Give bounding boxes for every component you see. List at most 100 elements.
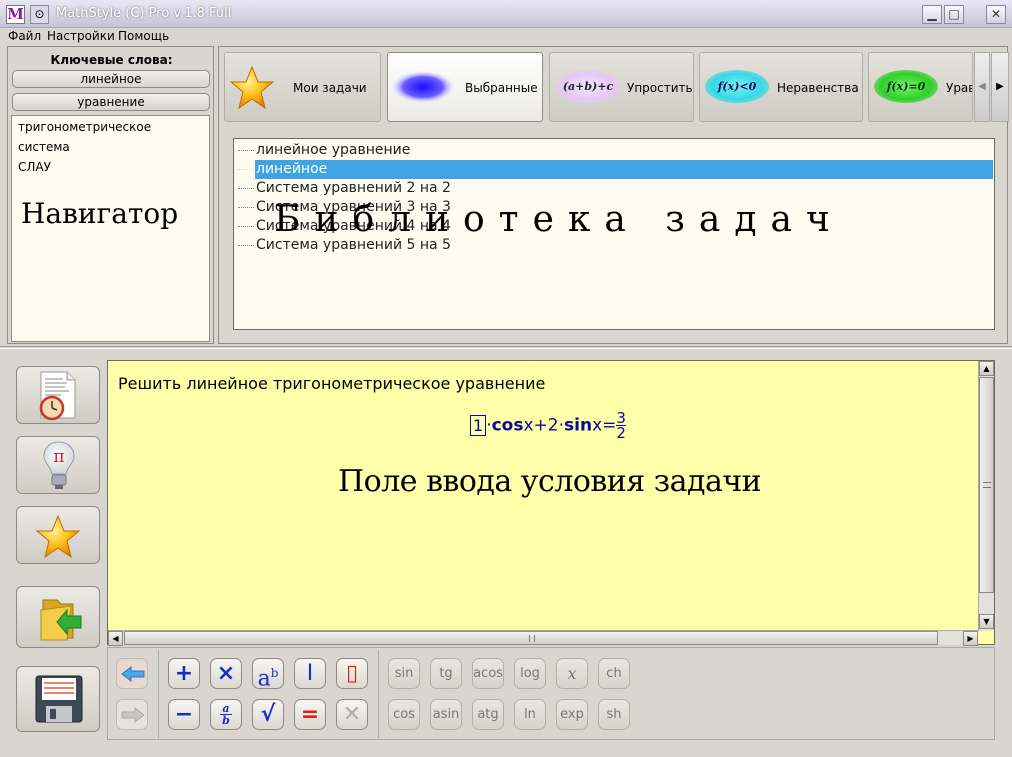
minimize-button[interactable]: ▁ <box>922 5 942 24</box>
ln-button[interactable]: ln <box>514 699 546 730</box>
math-toolbar: + × ab I ▯ − ab √ = ✕ sin tg acos log x … <box>107 647 995 740</box>
window-menu-icon[interactable]: ⊙ <box>30 5 49 24</box>
power-button[interactable]: ab <box>252 658 284 692</box>
editor-vertical-scrollbar[interactable]: ▲ ▼ <box>978 361 994 631</box>
app-logo-icon[interactable]: M <box>6 5 25 24</box>
formula-cursor-box[interactable]: 1 <box>470 414 487 436</box>
tg-button[interactable]: tg <box>430 658 462 689</box>
tree-item-label: Система уравнений 2 на 2 <box>256 180 451 196</box>
scroll-up-arrow[interactable]: ▲ <box>979 361 994 376</box>
horizontal-scroll-thumb[interactable] <box>124 631 938 645</box>
tab-simplify[interactable]: (a+b)+c Упростить <box>549 52 694 122</box>
sh-button[interactable]: sh <box>598 699 630 730</box>
asin-button[interactable]: asin <box>430 699 462 730</box>
tree-selection-highlight <box>255 160 993 179</box>
arrow-left-icon <box>121 665 145 683</box>
oval-text: f(x)=0 <box>886 80 926 93</box>
delete-button[interactable]: ✕ <box>336 699 368 730</box>
tab-label: Урав <box>946 81 973 95</box>
keyword-item[interactable]: система <box>18 140 70 154</box>
star-icon <box>229 65 275 110</box>
navigator-panel: Ключевые слова: линейное уравнение триго… <box>7 46 214 344</box>
keyword-item[interactable]: СЛАУ <box>18 160 51 174</box>
favorite-button[interactable] <box>16 506 100 564</box>
blue-oval-icon <box>390 70 456 104</box>
fraction-denominator: 2 <box>616 424 626 442</box>
multiply-button[interactable]: × <box>210 658 242 689</box>
star-icon <box>35 514 81 559</box>
oval-text: (a+b)+c <box>562 80 614 93</box>
cursor-button[interactable]: I <box>294 658 326 689</box>
title-bar[interactable]: M ⊙ MathStyle (C) Pro v.1.8 Full ▁ □ ✕ <box>0 0 1012 28</box>
keyword-chip-equation[interactable]: уравнение <box>12 93 210 111</box>
log-button[interactable]: log <box>514 658 546 689</box>
arrow-right-icon <box>121 706 145 724</box>
vertical-scroll-thumb[interactable] <box>979 377 994 593</box>
folder-open-icon <box>40 599 82 641</box>
power-base: a <box>257 666 271 692</box>
menu-help[interactable]: Помощь <box>118 29 169 43</box>
oval-text: f(x)<0 <box>717 80 757 93</box>
tab-equations[interactable]: f(x)=0 Урав <box>868 52 973 122</box>
scroll-right-arrow[interactable]: ▶ <box>963 631 978 646</box>
menu-file[interactable]: Файл <box>8 29 41 43</box>
sqrt-button[interactable]: √ <box>252 699 284 730</box>
placeholder-box-button[interactable]: ▯ <box>336 658 368 689</box>
keyword-item[interactable]: тригонометрическое <box>18 120 151 134</box>
tab-favorites[interactable]: Выбранные <box>387 52 543 122</box>
navigator-caption: Навигатор <box>21 197 179 230</box>
formula-plus-coef: +2· <box>533 415 564 436</box>
plus-button[interactable]: + <box>168 658 200 689</box>
minus-button[interactable]: − <box>168 699 200 730</box>
tree-item[interactable]: Система уравнений 2 на 2 <box>238 179 451 198</box>
task-statement: Решить линейное тригонометрическое уравн… <box>118 374 546 393</box>
atg-button[interactable]: atg <box>472 699 504 730</box>
tab-inequalities[interactable]: f(x)<0 Неравенства <box>699 52 863 122</box>
formula-equals: = <box>602 415 617 436</box>
tree-item-label: линейное уравнение <box>256 142 411 158</box>
maximize-button[interactable]: □ <box>944 5 964 24</box>
history-button[interactable] <box>16 366 100 424</box>
close-button[interactable]: ✕ <box>986 5 1006 24</box>
lightbulb-pi-icon: π <box>43 441 75 489</box>
hint-button[interactable]: π <box>16 436 100 494</box>
cos-button[interactable]: cos <box>388 699 420 730</box>
variable-x-button[interactable]: x <box>556 658 588 689</box>
open-button[interactable] <box>16 586 100 648</box>
tabs-scroll-left-button[interactable]: ◀ <box>974 52 990 122</box>
redo-button[interactable] <box>116 699 148 730</box>
keyword-list[interactable]: тригонометрическое система СЛАУ Навигато… <box>11 115 210 342</box>
ch-button[interactable]: ch <box>598 658 630 689</box>
editor-horizontal-scrollbar[interactable]: ◀ ▶ <box>108 630 978 646</box>
undo-button[interactable] <box>116 658 148 689</box>
formula[interactable]: 1 ·cosx+2·sinx= 3 2 <box>470 411 626 442</box>
inequality-oval-icon: f(x)<0 <box>705 70 769 103</box>
toolbar-separator <box>378 650 379 738</box>
exp-button[interactable]: exp <box>556 699 588 730</box>
tab-my-tasks[interactable]: Мои задачи <box>224 52 381 122</box>
tree-item[interactable]: линейное уравнение <box>238 141 410 160</box>
save-button[interactable] <box>16 666 100 732</box>
scroll-left-arrow[interactable]: ◀ <box>108 631 123 646</box>
menu-settings[interactable]: Настройки <box>47 29 115 43</box>
svg-text:π: π <box>53 447 64 467</box>
tabs-scroll-right-button[interactable]: ▶ <box>991 52 1009 122</box>
fraction-button[interactable]: ab <box>210 699 242 730</box>
keyword-chip-linear[interactable]: линейное <box>12 70 210 88</box>
acos-button[interactable]: acos <box>472 658 504 689</box>
task-library-tree[interactable]: линейное уравнение линейное Система урав… <box>233 138 995 330</box>
splitter[interactable] <box>0 346 1012 349</box>
scroll-down-arrow[interactable]: ▼ <box>979 614 994 629</box>
equals-button[interactable]: = <box>294 699 326 730</box>
equation-oval-icon: f(x)=0 <box>874 70 938 103</box>
floppy-disk-icon <box>35 675 83 723</box>
formula-cos: cos <box>491 415 524 436</box>
library-panel: Мои задачи Выбранные (a+b)+c Упростить f… <box>218 46 1009 344</box>
tab-label: Упростить <box>627 81 693 95</box>
tree-item-selected[interactable]: линейное <box>238 160 327 179</box>
task-input-editor[interactable]: Решить линейное тригонометрическое уравн… <box>107 360 995 645</box>
tab-label: Неравенства <box>777 81 859 95</box>
formula-var: x <box>592 415 603 436</box>
document-clock-icon <box>39 371 76 421</box>
sin-button[interactable]: sin <box>388 658 420 689</box>
